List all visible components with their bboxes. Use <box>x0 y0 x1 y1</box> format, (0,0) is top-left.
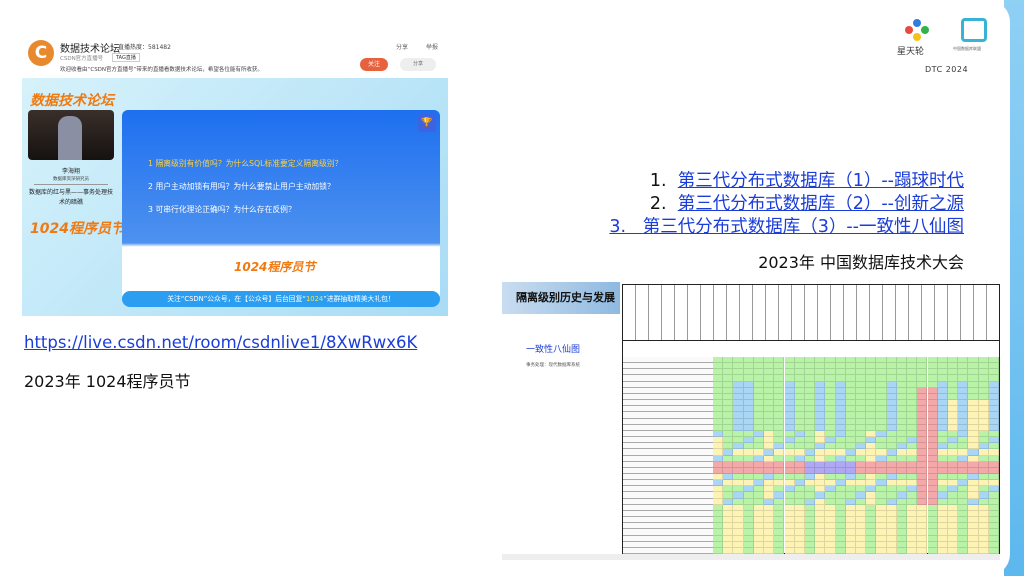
share-pill-button[interactable]: 分享 <box>400 58 436 71</box>
table-cell <box>753 547 765 554</box>
table-cell <box>794 547 805 554</box>
talk-topic: 数据库的红与黑——事务处理技术的暗礁 <box>28 189 113 206</box>
csdn-logo-icon: C <box>28 40 54 66</box>
table-cell <box>856 547 867 554</box>
list-number: 2. <box>649 194 667 214</box>
consistency-table-image: 隔离级别历史与发展 一致性八仙图 事务处理：现代数据库系统 <box>502 278 1000 560</box>
question-2: 2 用户主动加锁有用吗？为什么要禁止用户主动加锁？ <box>148 182 335 191</box>
speaker-video <box>28 110 114 160</box>
table-cell <box>978 547 989 554</box>
speaker-role: 数据库资深研究员 <box>53 177 89 182</box>
table-cell <box>713 547 724 554</box>
stream-header: C 数据技术论坛 直播热度：581482 CSDN官方直播号 TAG直播 欢迎收… <box>22 32 448 78</box>
forum-title: 数据技术论坛 <box>30 93 114 109</box>
brand2-name: 中国数据库联盟 <box>953 46 981 51</box>
article-link-1[interactable]: 第三代分布式数据库（1）--蹋球时代 <box>678 171 964 191</box>
table-cell <box>886 547 897 554</box>
question-1: 1 隔离级别有价值吗？为什么SQL标准要定义隔离级别？ <box>148 159 343 168</box>
speaker-figure <box>58 116 82 160</box>
follow-button[interactable]: 关注 <box>360 58 388 71</box>
left-caption: 2023年 1024程序员节 <box>24 372 191 391</box>
table-cell <box>804 547 816 554</box>
table-cell <box>743 547 754 554</box>
live-room-link[interactable]: https://live.csdn.net/room/csdnlive1/8Xw… <box>24 333 417 352</box>
brand2-logo-icon <box>961 18 987 42</box>
list-number: 1. <box>649 171 667 191</box>
table-slide-subtitle: 一致性八仙图 <box>526 345 581 355</box>
table-cell <box>876 547 887 554</box>
table-cell <box>907 547 918 554</box>
live-video: 数据技术论坛 李海翔 数据库资深研究员 数据库的红与黑——事务处理技术的暗礁 1… <box>22 78 448 316</box>
table-cell <box>958 547 969 554</box>
card-festival-logo: 1024程序员节 <box>234 260 316 274</box>
speaker-name: 李海翔 <box>61 168 80 175</box>
slide-card: 🏆 1 隔离级别有价值吗？为什么SQL标准要定义隔离级别？ 2 用户主动加锁有用… <box>122 110 440 300</box>
table-cell <box>917 547 928 554</box>
table-cell <box>733 547 744 554</box>
banner-code: 1024 <box>305 295 324 303</box>
share-button[interactable]: 分享 <box>396 42 408 51</box>
article-link-3-number[interactable]: 3. <box>609 217 626 237</box>
table-cell <box>927 547 938 554</box>
report-button[interactable]: 举报 <box>426 42 438 51</box>
hot-count: 直播热度：581482 <box>118 44 171 51</box>
slide: C 数据技术论坛 直播热度：581482 CSDN官方直播号 TAG直播 欢迎收… <box>0 0 1010 576</box>
list-item: 2. 第三代分布式数据库（2）--创新之源 <box>609 193 964 216</box>
livestream-screenshot: C 数据技术论坛 直播热度：581482 CSDN官方直播号 TAG直播 欢迎收… <box>22 32 448 316</box>
banner-text-end: ”进群抽取精美大礼包！ <box>323 295 395 303</box>
table-slide-header: 隔离级别历史与发展 <box>502 282 620 314</box>
banner-text: 关注“CSDN”公众号，在【公众号】后台回复“ <box>167 295 306 303</box>
brand1-name: 星天轮 <box>897 47 925 57</box>
table-cell <box>896 547 908 554</box>
article-link-2[interactable]: 第三代分布式数据库（2）--创新之源 <box>678 194 964 214</box>
list-item: 3. 第三代分布式数据库（3）--一致性八仙图 <box>609 216 964 239</box>
festival-logo: 1024程序员节 <box>30 221 125 237</box>
article-link-3[interactable]: 第三代分布式数据库（3）--一致性八仙图 <box>643 217 964 237</box>
table-cell <box>866 547 877 554</box>
table-cell <box>723 547 734 554</box>
channel-name: 数据技术论坛 <box>60 44 120 55</box>
channel-subtitle: CSDN官方直播号 <box>60 56 104 62</box>
conference-caption: 2023年 中国数据库技术大会 <box>758 253 964 272</box>
table-cell <box>825 547 836 554</box>
stream-description: 欢迎收看由“CSDN官方直播号”带来的直播看数据技术论坛，希望各位能有所收获。 <box>60 67 263 73</box>
table-cell <box>937 547 948 554</box>
trophy-icon[interactable]: 🏆 <box>418 114 436 132</box>
table-cells <box>623 357 999 554</box>
table-slide-note: 事务处理：现代数据库系统 <box>526 363 580 368</box>
brand1-logo-icon <box>905 19 929 41</box>
table-cell <box>764 547 775 554</box>
table-cell <box>815 547 826 554</box>
question-3: 3 可串行化理论正确吗？为什么存在反例？ <box>148 205 296 214</box>
table-cell <box>784 547 795 554</box>
event-name: DTC 2024 <box>925 65 969 74</box>
sponsor-logos: 星天轮 中国数据库联盟 DTC 2024 <box>895 18 1003 78</box>
table-cell <box>774 547 785 554</box>
table-cell <box>947 547 959 554</box>
tag-badge: TAG直播 <box>112 53 140 62</box>
list-item: 1. 第三代分布式数据库（1）--蹋球时代 <box>609 170 964 193</box>
table-cell <box>845 547 856 554</box>
table-row-label <box>623 547 713 554</box>
article-list: 1. 第三代分布式数据库（1）--蹋球时代 2. 第三代分布式数据库（2）--创… <box>609 170 964 239</box>
table-header <box>623 285 999 341</box>
divider <box>34 184 108 185</box>
promo-banner: 关注“CSDN”公众号，在【公众号】后台回复“1024”进群抽取精美大礼包！ <box>122 291 440 307</box>
table-cell <box>988 547 999 554</box>
isolation-table <box>622 284 1000 554</box>
table-cell <box>968 547 979 554</box>
table-cell <box>835 547 846 554</box>
